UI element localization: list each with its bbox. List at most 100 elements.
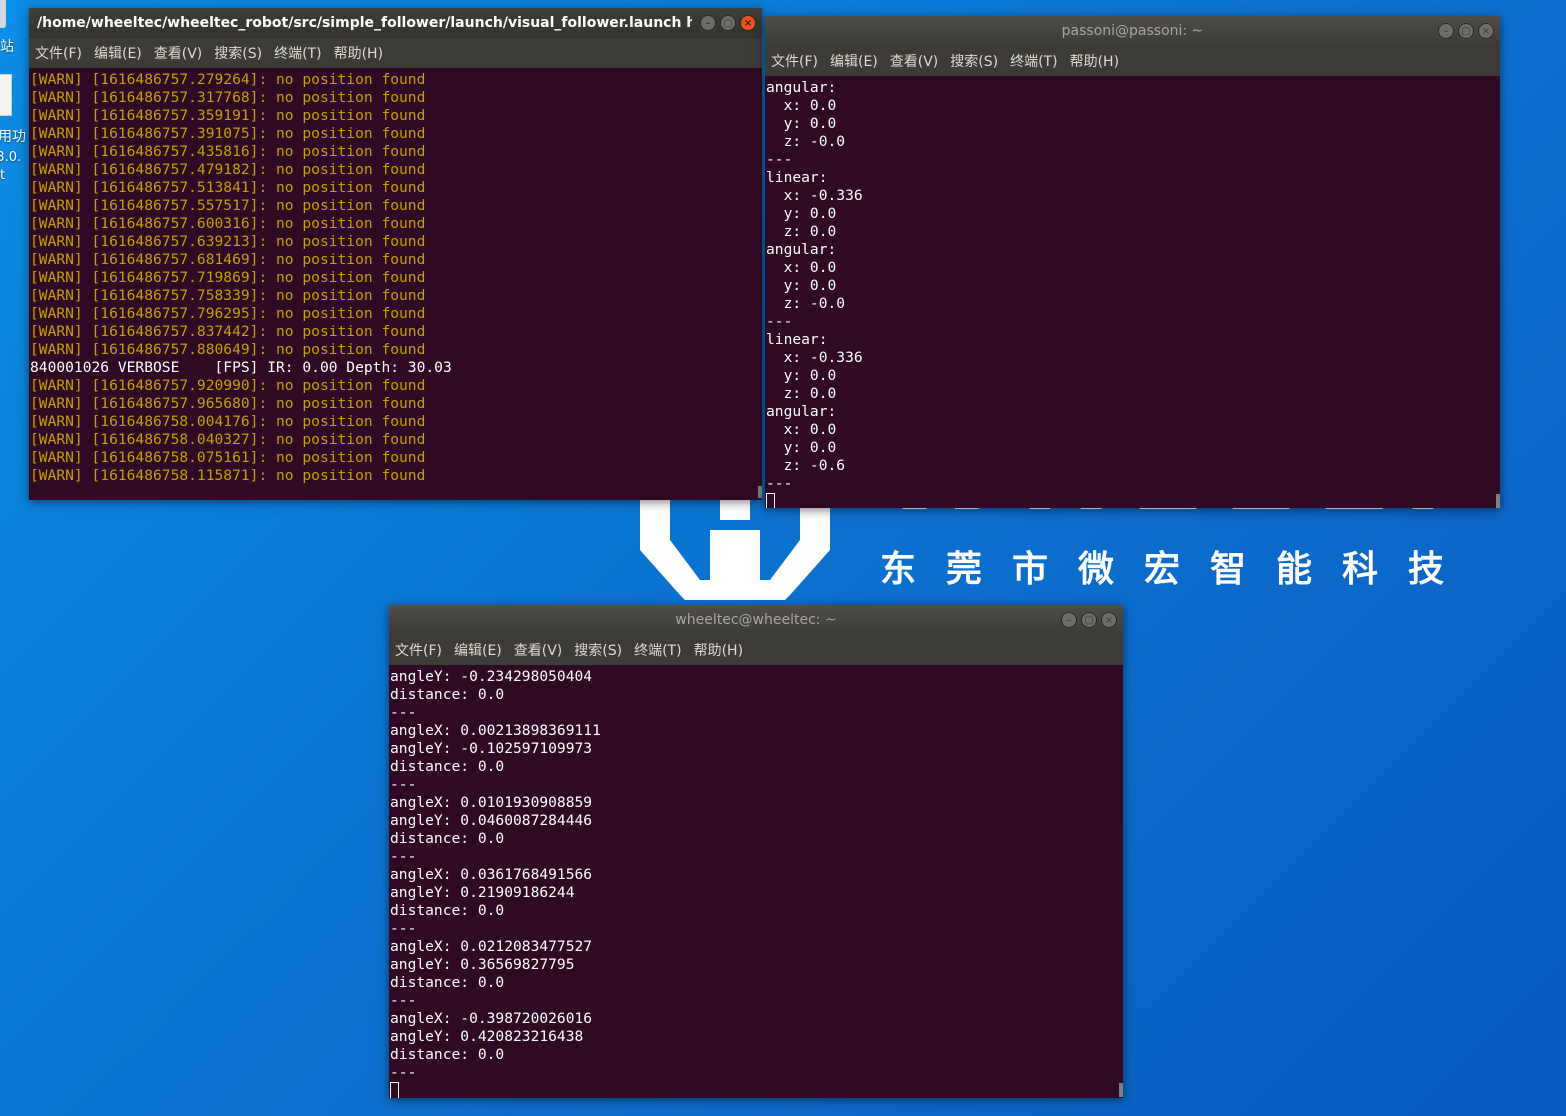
menu-terminal[interactable]: 终端(T) bbox=[1010, 51, 1063, 71]
terminal-line: [WARN] [1616486757.758339]: no position … bbox=[30, 287, 426, 304]
terminal-output[interactable]: angleY: -0.234298050404 distance: 0.0 --- a… bbox=[389, 665, 1123, 1098]
terminal-line: angleY: 0.0460087284446 bbox=[390, 812, 593, 829]
terminal-line: y: 0.0 bbox=[766, 277, 837, 294]
terminal-line: linear: bbox=[766, 169, 828, 186]
terminal-line: --- bbox=[766, 475, 793, 492]
terminal-line: [WARN] [1616486757.837442]: no position … bbox=[30, 323, 426, 340]
terminal-line: --- bbox=[390, 704, 417, 721]
terminal-window-wheeltec[interactable]: wheeltec@wheeltec: ~ – ▢ × 文件(F) 编辑(E) 查… bbox=[389, 605, 1123, 1098]
close-icon[interactable]: × bbox=[1478, 23, 1494, 39]
menu-file[interactable]: 文件(F) bbox=[35, 43, 88, 63]
terminal-line: angleY: 0.36569827795 bbox=[390, 956, 575, 973]
text-cursor bbox=[766, 493, 775, 508]
terminal-window-passoni[interactable]: passoni@passoni: ~ – ▢ × 文件(F) 编辑(E) 查看(… bbox=[765, 16, 1500, 508]
terminal-line: distance: 0.0 bbox=[390, 758, 505, 775]
terminal-line: --- bbox=[766, 151, 793, 168]
terminal-line: [WARN] [1616486757.639213]: no position … bbox=[30, 233, 426, 250]
menubar: 文件(F) 编辑(E) 查看(V) 搜索(S) 终端(T) 帮助(H) bbox=[389, 635, 1123, 665]
close-icon[interactable]: × bbox=[740, 15, 756, 31]
trash-icon[interactable] bbox=[0, 0, 6, 28]
terminal-line: z: -0.0 bbox=[766, 295, 846, 312]
terminal-line: distance: 0.0 bbox=[390, 686, 505, 703]
maximize-icon[interactable]: ▢ bbox=[1081, 612, 1097, 628]
terminal-line: [WARN] [1616486757.279264]: no position … bbox=[30, 71, 426, 88]
scrollbar[interactable] bbox=[758, 486, 762, 498]
terminal-line: [WARN] [1616486758.004176]: no position … bbox=[30, 413, 426, 430]
menu-help[interactable]: 帮助(H) bbox=[1070, 51, 1125, 71]
desktop-icon-label: t bbox=[0, 168, 6, 183]
window-title: /home/wheeltec/wheeltec_robot/src/simple… bbox=[37, 15, 692, 31]
menu-edit[interactable]: 编辑(E) bbox=[454, 640, 508, 660]
terminal-line: angleX: 0.0212083477527 bbox=[390, 938, 593, 955]
terminal-line: angular: bbox=[766, 241, 837, 258]
menu-edit[interactable]: 编辑(E) bbox=[830, 51, 884, 71]
terminal-line: z: 0.0 bbox=[766, 385, 837, 402]
terminal-line: distance: 0.0 bbox=[390, 974, 505, 991]
terminal-line: angleX: 0.00213898369111 bbox=[390, 722, 601, 739]
titlebar[interactable]: passoni@passoni: ~ – ▢ × bbox=[765, 16, 1500, 46]
menu-search[interactable]: 搜索(S) bbox=[574, 640, 628, 660]
terminal-line: [WARN] [1616486757.965680]: no position … bbox=[30, 395, 426, 412]
terminal-output[interactable]: [WARN] [1616486757.279264]: no position … bbox=[29, 68, 762, 497]
wheeltec-shield-icon bbox=[640, 500, 830, 600]
terminal-window-launch[interactable]: /home/wheeltec/wheeltec_robot/src/simple… bbox=[29, 8, 762, 500]
terminal-line: [WARN] [1616486757.391075]: no position … bbox=[30, 125, 426, 142]
terminal-line: [WARN] [1616486758.040327]: no position … bbox=[30, 431, 426, 448]
titlebar[interactable]: wheeltec@wheeltec: ~ – ▢ × bbox=[389, 605, 1123, 635]
close-icon[interactable]: × bbox=[1101, 612, 1117, 628]
document-icon[interactable] bbox=[0, 74, 12, 116]
terminal-line: [WARN] [1616486757.880649]: no position … bbox=[30, 341, 426, 358]
menu-file[interactable]: 文件(F) bbox=[771, 51, 824, 71]
maximize-icon[interactable]: ▢ bbox=[720, 15, 736, 31]
wallpaper-logo: WHEELTEC 东莞市微宏智能科技 bbox=[630, 500, 1470, 600]
terminal-line: angleY: -0.102597109973 bbox=[390, 740, 593, 757]
menu-terminal[interactable]: 终端(T) bbox=[634, 640, 687, 660]
terminal-line: z: -0.6 bbox=[766, 457, 846, 474]
menu-file[interactable]: 文件(F) bbox=[395, 640, 448, 660]
terminal-line: --- bbox=[390, 992, 417, 1009]
desktop-icon-label: 用功 bbox=[0, 129, 26, 145]
menu-help[interactable]: 帮助(H) bbox=[694, 640, 749, 660]
menu-view[interactable]: 查看(V) bbox=[514, 640, 569, 660]
terminal-line: angular: bbox=[766, 403, 837, 420]
terminal-output[interactable]: angular: x: 0.0 y: 0.0 z: -0.0 --- linear:… bbox=[765, 76, 1500, 508]
terminal-line: distance: 0.0 bbox=[390, 1046, 505, 1063]
terminal-line: y: 0.0 bbox=[766, 367, 837, 384]
desktop-icons: 站 用功 /3.0. t bbox=[0, 0, 30, 200]
terminal-line: x: 0.0 bbox=[766, 97, 837, 114]
maximize-icon[interactable]: ▢ bbox=[1458, 23, 1474, 39]
terminal-line: x: 0.0 bbox=[766, 421, 837, 438]
titlebar[interactable]: /home/wheeltec/wheeltec_robot/src/simple… bbox=[29, 8, 762, 38]
terminal-line: angleY: 0.420823216438 bbox=[390, 1028, 584, 1045]
terminal-line: [WARN] [1616486757.317768]: no position … bbox=[30, 89, 426, 106]
terminal-line: y: 0.0 bbox=[766, 205, 837, 222]
menu-terminal[interactable]: 终端(T) bbox=[274, 43, 327, 63]
scrollbar[interactable] bbox=[1496, 494, 1500, 508]
menu-view[interactable]: 查看(V) bbox=[890, 51, 945, 71]
terminal-line: angleX: 0.0361768491566 bbox=[390, 866, 593, 883]
menubar: 文件(F) 编辑(E) 查看(V) 搜索(S) 终端(T) 帮助(H) bbox=[29, 38, 762, 68]
menu-edit[interactable]: 编辑(E) bbox=[94, 43, 148, 63]
window-title: wheeltec@wheeltec: ~ bbox=[675, 612, 837, 628]
menu-search[interactable]: 搜索(S) bbox=[214, 43, 268, 63]
desktop-icon-label: /3.0. bbox=[0, 150, 22, 165]
terminal-line: [WARN] [1616486757.359191]: no position … bbox=[30, 107, 426, 124]
scrollbar[interactable] bbox=[1119, 1083, 1123, 1097]
menu-search[interactable]: 搜索(S) bbox=[950, 51, 1004, 71]
wallpaper-company-name: 东莞市微宏智能科技 bbox=[880, 549, 1475, 590]
terminal-line: [WARN] [1616486757.557517]: no position … bbox=[30, 197, 426, 214]
terminal-line: [WARN] [1616486757.719869]: no position … bbox=[30, 269, 426, 286]
minimize-icon[interactable]: – bbox=[700, 15, 716, 31]
terminal-line: [WARN] [1616486757.681469]: no position … bbox=[30, 251, 426, 268]
terminal-line: angleX: 0.0101930908859 bbox=[390, 794, 593, 811]
menu-view[interactable]: 查看(V) bbox=[154, 43, 209, 63]
minimize-icon[interactable]: – bbox=[1438, 23, 1454, 39]
terminal-line: --- bbox=[390, 1064, 417, 1081]
terminal-line: --- bbox=[390, 848, 417, 865]
menu-help[interactable]: 帮助(H) bbox=[334, 43, 389, 63]
terminal-line: [WARN] [1616486757.600316]: no position … bbox=[30, 215, 426, 232]
terminal-line: angleY: -0.234298050404 bbox=[390, 668, 593, 685]
terminal-line: 840001026 VERBOSE [FPS] IR: 0.00 Depth: … bbox=[30, 359, 452, 376]
minimize-icon[interactable]: – bbox=[1061, 612, 1077, 628]
terminal-line: x: 0.0 bbox=[766, 259, 837, 276]
